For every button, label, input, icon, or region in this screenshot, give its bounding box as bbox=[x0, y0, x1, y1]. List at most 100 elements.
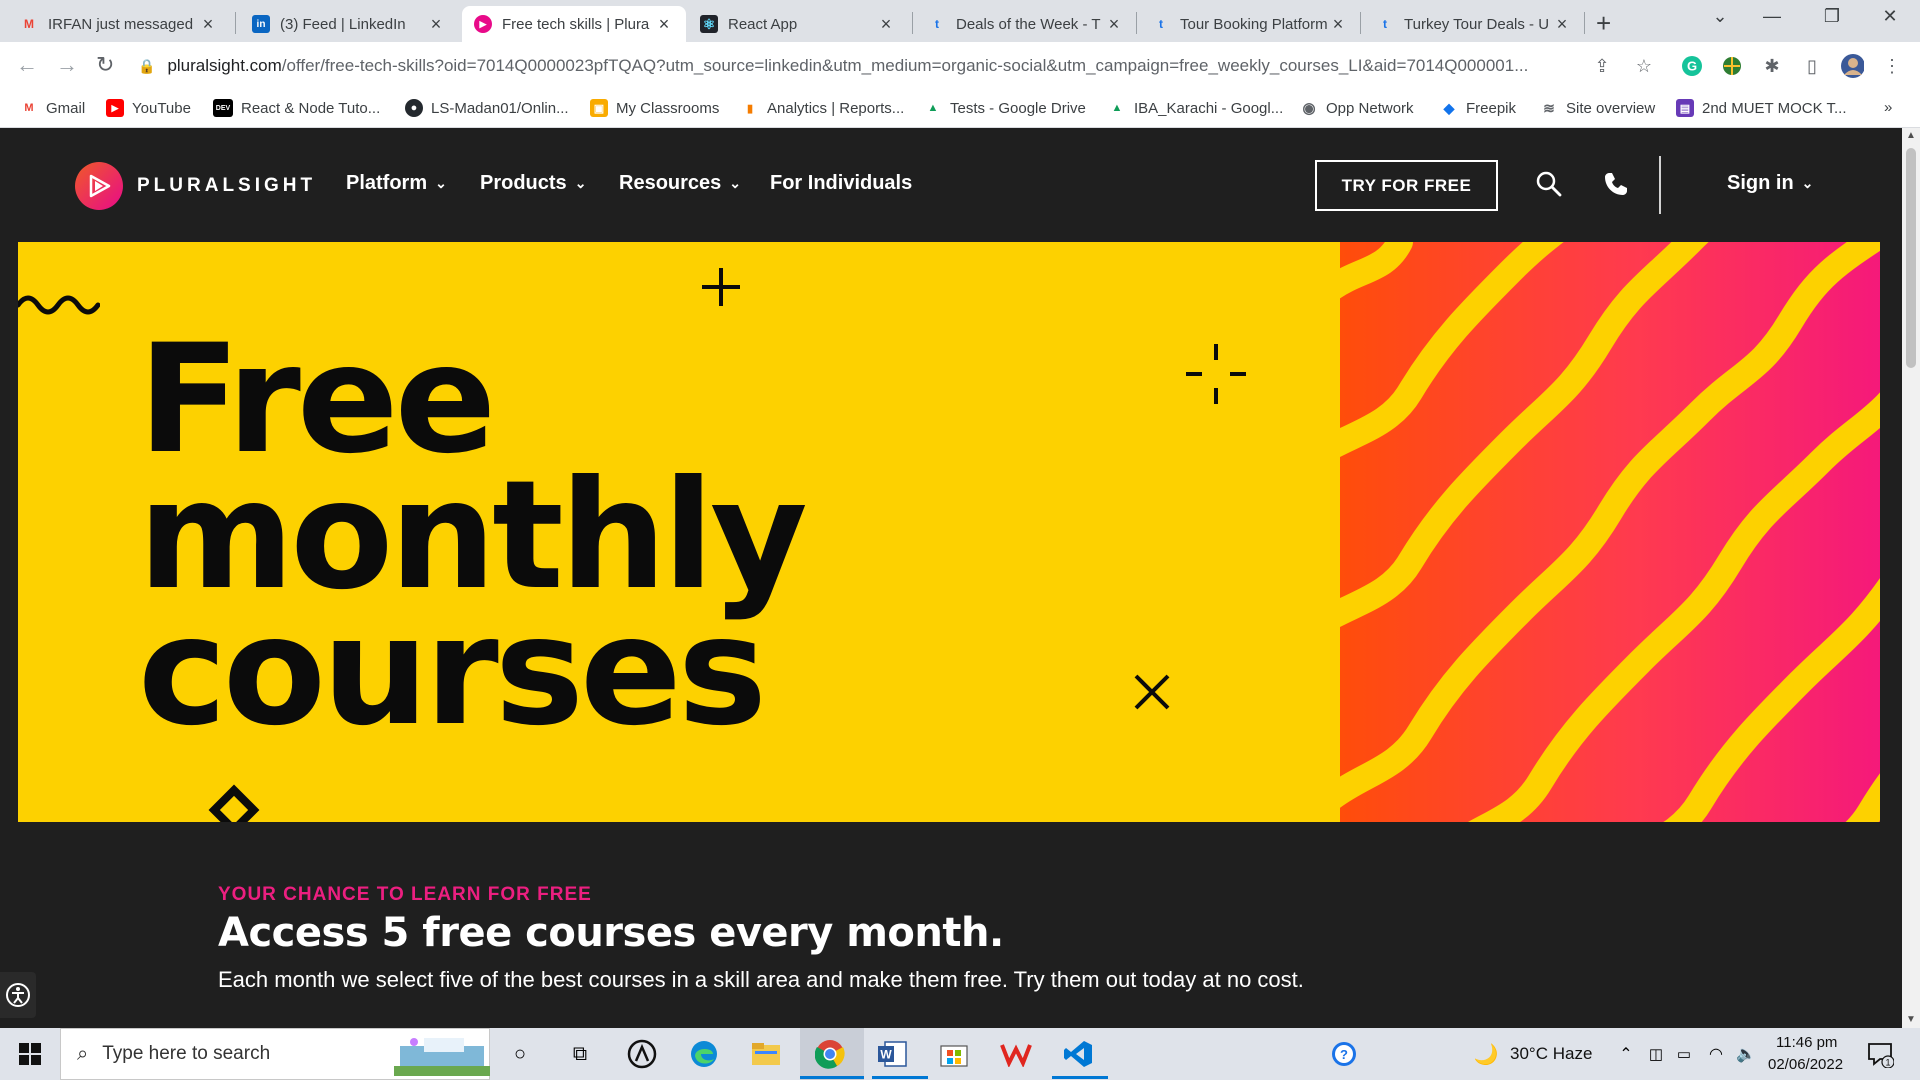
profile-avatar[interactable] bbox=[1840, 54, 1864, 78]
url-host: pluralsight.com bbox=[167, 56, 282, 75]
nav-products[interactable]: Products ⌄ bbox=[480, 172, 586, 195]
bookmark-iba-karachi[interactable]: ▲ IBA_Karachi - Googl... bbox=[1108, 99, 1284, 117]
dev-icon: DEV bbox=[213, 99, 233, 117]
tab-turkey-tour[interactable]: t Turkey Tour Deals - U × bbox=[1364, 6, 1584, 42]
scroll-up-icon[interactable]: ▲ bbox=[1906, 130, 1916, 141]
phone-icon[interactable] bbox=[1600, 168, 1632, 200]
svg-text:W: W bbox=[880, 1048, 892, 1062]
tab-title: IRFAN just messaged bbox=[48, 15, 194, 33]
page-scrollbar[interactable]: ▲ ▼ bbox=[1902, 128, 1920, 1028]
back-icon[interactable]: ← bbox=[16, 52, 38, 78]
extension-globe-icon[interactable] bbox=[1720, 54, 1744, 78]
minimize-icon[interactable]: — bbox=[1752, 6, 1792, 27]
browser-menu-icon[interactable]: ⋮ bbox=[1880, 54, 1904, 78]
bookmark-label: Analytics | Reports... bbox=[767, 99, 905, 117]
pluralsight-logo[interactable]: PLURALSIGHT bbox=[75, 162, 316, 210]
bookmark-github[interactable]: ● LS-Madan01/Onlin... bbox=[405, 99, 569, 117]
close-icon[interactable]: × bbox=[1104, 14, 1124, 35]
tab-linkedin[interactable]: in (3) Feed | LinkedIn × bbox=[240, 6, 458, 42]
close-window-icon[interactable]: ✕ bbox=[1870, 6, 1910, 27]
bookmark-site-overview[interactable]: ≋ Site overview bbox=[1540, 99, 1655, 117]
nav-platform[interactable]: Platform ⌄ bbox=[346, 172, 447, 195]
bookmark-youtube[interactable]: ▶ YouTube bbox=[106, 99, 191, 117]
side-panel-icon[interactable]: ▯ bbox=[1800, 54, 1824, 78]
tab-search-icon[interactable]: ⌄ bbox=[1700, 6, 1740, 27]
gmail-icon: M bbox=[24, 102, 34, 114]
app-store-icon[interactable] bbox=[624, 1036, 660, 1072]
more-bookmarks-button[interactable]: » bbox=[1884, 99, 1892, 116]
bookmark-star-icon[interactable]: ☆ bbox=[1632, 54, 1656, 78]
site-navbar: PLURALSIGHT Platform ⌄ Products ⌄ Resource… bbox=[0, 128, 1902, 242]
bookmark-dev[interactable]: DEV React & Node Tuto... bbox=[213, 99, 380, 117]
new-tab-button[interactable]: + bbox=[1596, 8, 1611, 39]
word-icon[interactable]: W bbox=[874, 1036, 910, 1072]
tab-gmail[interactable]: M IRFAN just messaged × bbox=[8, 6, 230, 42]
drive-icon: ▲ bbox=[1111, 102, 1123, 114]
close-icon[interactable]: × bbox=[1328, 14, 1348, 35]
chevron-down-icon: ⌄ bbox=[435, 175, 447, 191]
close-icon[interactable]: × bbox=[198, 14, 218, 35]
intro-section: YOUR CHANCE TO LEARN FOR FREE Access 5 f… bbox=[0, 822, 1902, 1028]
bookmark-gmail[interactable]: M Gmail bbox=[20, 99, 85, 117]
accessibility-button[interactable] bbox=[0, 972, 36, 1018]
notifications-icon[interactable]: 1 bbox=[1862, 1036, 1898, 1072]
tab-deals[interactable]: t Deals of the Week - T × bbox=[916, 6, 1136, 42]
chrome-active-underline bbox=[800, 1076, 864, 1079]
web-page: PLURALSIGHT Platform ⌄ Products ⌄ Resource… bbox=[0, 128, 1902, 1028]
trip-icon: t bbox=[935, 17, 939, 31]
clock-date[interactable]: 02/06/2022 bbox=[1768, 1056, 1843, 1073]
bookmark-analytics[interactable]: ▮ Analytics | Reports... bbox=[741, 99, 904, 117]
bookmark-tests-drive[interactable]: ▲ Tests - Google Drive bbox=[924, 99, 1086, 117]
edge-icon[interactable] bbox=[686, 1036, 722, 1072]
bookmark-classrooms[interactable]: ▣ My Classrooms bbox=[590, 99, 719, 117]
classroom-icon: ▣ bbox=[590, 99, 608, 117]
url-field[interactable]: 🔒 pluralsight.com/offer/free-tech-skills… bbox=[138, 48, 1588, 84]
drive-icon: ▲ bbox=[927, 102, 939, 114]
close-icon[interactable]: × bbox=[426, 14, 446, 35]
vscode-underline bbox=[1052, 1076, 1108, 1079]
chrome-icon[interactable] bbox=[812, 1036, 848, 1072]
windows-taskbar: ⌕ Type here to search ○ ⧉ W ? 🌙 30°C Haz… bbox=[0, 1028, 1920, 1080]
scrollbar-thumb[interactable] bbox=[1906, 148, 1916, 368]
microsoft-store-icon[interactable] bbox=[936, 1036, 972, 1072]
bookmark-label: LS-Madan01/Onlin... bbox=[431, 99, 569, 117]
tab-react-app[interactable]: ⚛ React App × bbox=[688, 6, 908, 42]
bookmark-freepik[interactable]: ◆ Freepik bbox=[1440, 99, 1516, 117]
battery-icon[interactable]: ▭ bbox=[1666, 1036, 1702, 1072]
forward-icon[interactable]: → bbox=[56, 52, 78, 78]
tab-tour-booking[interactable]: t Tour Booking Platform × bbox=[1140, 6, 1360, 42]
close-icon[interactable]: × bbox=[654, 14, 674, 35]
nav-label: Platform bbox=[346, 172, 428, 194]
cortana-icon[interactable]: ○ bbox=[502, 1036, 538, 1072]
nav-resources[interactable]: Resources ⌄ bbox=[619, 172, 741, 195]
help-icon[interactable]: ? bbox=[1326, 1036, 1362, 1072]
vscode-icon[interactable] bbox=[1060, 1036, 1096, 1072]
search-icon[interactable] bbox=[1533, 168, 1565, 200]
file-explorer-icon[interactable] bbox=[748, 1036, 784, 1072]
wps-office-icon[interactable] bbox=[998, 1036, 1034, 1072]
reload-icon[interactable]: ↻ bbox=[96, 52, 114, 78]
try-for-free-button[interactable]: TRY FOR FREE bbox=[1315, 160, 1498, 211]
close-icon[interactable]: × bbox=[1552, 14, 1572, 35]
bookmark-opp-network[interactable]: ◉ Opp Network bbox=[1300, 99, 1413, 118]
grammarly-icon[interactable]: G bbox=[1680, 54, 1704, 78]
nav-for-individuals[interactable]: For Individuals bbox=[770, 172, 912, 195]
plus-decoration-icon bbox=[702, 268, 740, 306]
share-icon[interactable]: ⇪ bbox=[1590, 54, 1614, 78]
close-icon[interactable]: × bbox=[876, 14, 896, 35]
bookmark-muet-mock[interactable]: ▤ 2nd MUET MOCK T... bbox=[1676, 99, 1847, 117]
clock-time[interactable]: 11:46 pm bbox=[1776, 1034, 1837, 1051]
sign-in-menu[interactable]: Sign in ⌄ bbox=[1727, 172, 1813, 195]
tab-pluralsight[interactable]: ▶ Free tech skills | Plura × bbox=[462, 6, 686, 42]
gmail-icon: M bbox=[24, 17, 34, 31]
browser-tab-bar: M IRFAN just messaged × in (3) Feed | Li… bbox=[0, 0, 1920, 42]
task-view-icon[interactable]: ⧉ bbox=[562, 1036, 598, 1072]
chevron-down-icon: ⌄ bbox=[574, 175, 587, 191]
weather-text[interactable]: 30°C Haze bbox=[1510, 1044, 1592, 1064]
bookmark-label: Freepik bbox=[1466, 99, 1517, 117]
scroll-down-icon[interactable]: ▼ bbox=[1906, 1014, 1916, 1025]
extensions-puzzle-icon[interactable]: ✱ bbox=[1760, 54, 1784, 78]
restore-icon[interactable]: ❐ bbox=[1812, 6, 1852, 27]
volume-icon[interactable]: 🔈 bbox=[1728, 1036, 1764, 1072]
windows-start-icon[interactable] bbox=[12, 1036, 48, 1072]
